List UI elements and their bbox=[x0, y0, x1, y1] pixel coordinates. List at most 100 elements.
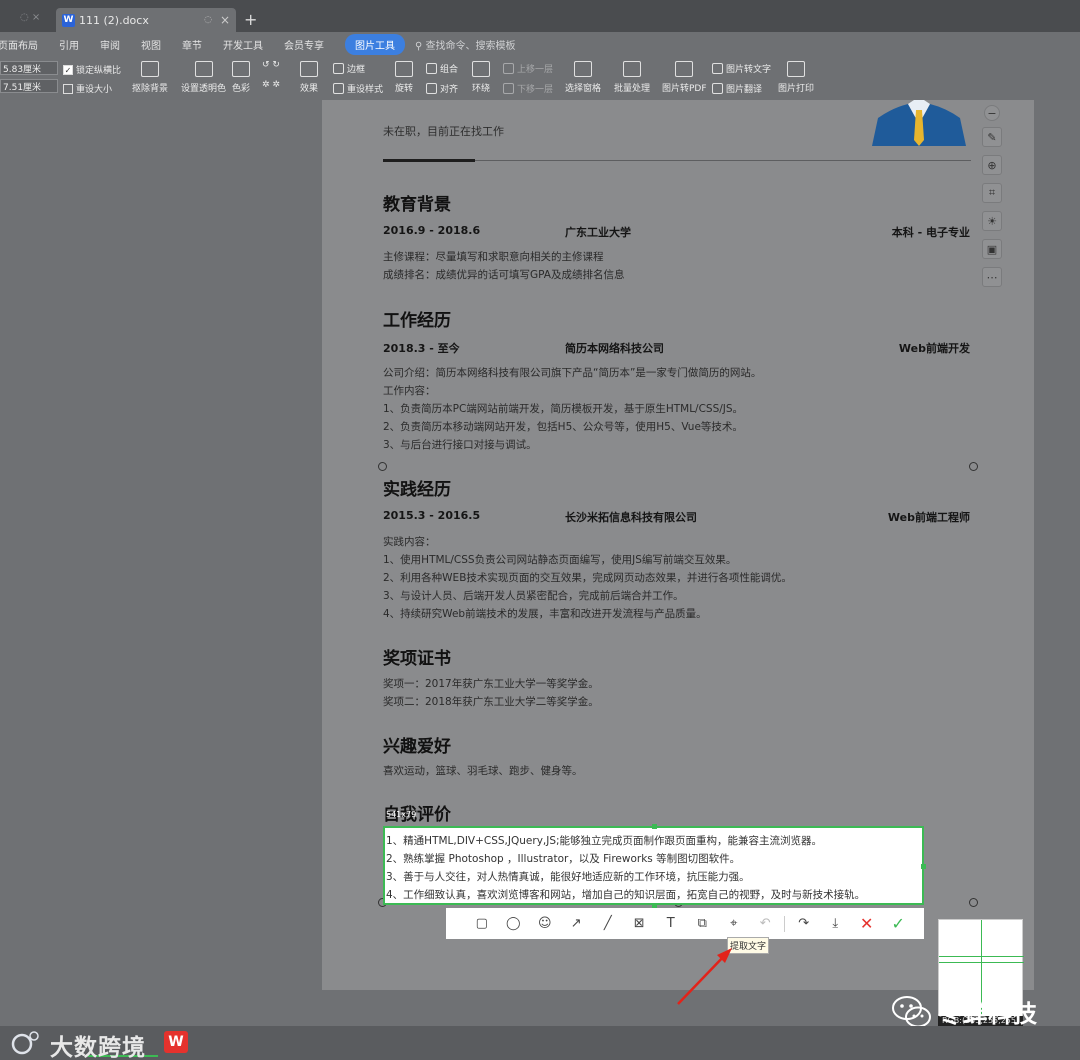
work-company: 简历本网络科技公司 bbox=[565, 342, 664, 355]
practice-line: 实践内容： bbox=[383, 536, 436, 548]
menu-references[interactable]: 引用 bbox=[59, 37, 79, 52]
app-logo-icon[interactable] bbox=[10, 1029, 40, 1057]
selection-pane-button[interactable]: 选择窗格 bbox=[565, 61, 601, 94]
more-icon[interactable]: ⋯ bbox=[982, 267, 1002, 287]
lightbulb-icon[interactable]: ☀ bbox=[982, 211, 1002, 231]
reset-style-label: 重设样式 bbox=[347, 85, 384, 95]
pen-icon[interactable]: ╱ bbox=[592, 908, 624, 939]
award-line: 奖项一：2017年获广东工业大学一等奖学金。 bbox=[383, 678, 599, 690]
self-line: 3、善于与人交往，对人热情真诚，能很好地适应新的工作环境，抗压能力强。 bbox=[386, 871, 750, 883]
group-button[interactable]: 组合 bbox=[426, 62, 458, 75]
education-period: 2016.9 - 2018.6 bbox=[383, 224, 481, 237]
wrap-button[interactable]: 环绕 bbox=[472, 61, 490, 94]
collapse-icon[interactable]: − bbox=[984, 105, 1000, 121]
lock-ratio-checkbox[interactable]: ✓ 锁定纵横比 bbox=[63, 63, 121, 76]
awards-heading: 奖项证书 bbox=[383, 649, 451, 669]
translate-button[interactable]: 图片翻译 bbox=[712, 82, 762, 95]
taskbar: W bbox=[0, 1026, 1080, 1060]
undo-icon[interactable]: ↶ bbox=[750, 908, 782, 939]
menu-developer[interactable]: 开发工具 bbox=[223, 37, 263, 52]
menu-bar: 页面布局 引用 审阅 视图 章节 开发工具 会员专享 图片工具 ⚲ 查找命令、搜… bbox=[0, 32, 1080, 56]
work-details: 公司介绍：简历本网络科技有限公司旗下产品“简历本”是一家专门做简历的网站。 工作… bbox=[383, 364, 761, 454]
practice-details: 实践内容： 1、使用HTML/CSS负责公司网站静态页面编写，使用JS编写前端交… bbox=[383, 533, 792, 623]
to-pdf-button[interactable]: 图片转PDF bbox=[662, 61, 707, 94]
send-backward-label: 下移一层 bbox=[517, 85, 554, 95]
send-backward-button[interactable]: 下移一层 bbox=[503, 82, 553, 95]
edit-icon[interactable]: ✎ bbox=[982, 127, 1002, 147]
mosaic-icon[interactable]: ⊠ bbox=[624, 908, 656, 939]
save-icon[interactable]: ⤓ bbox=[820, 908, 852, 939]
cutout-button[interactable]: 抠除背景 bbox=[132, 61, 168, 94]
width-input[interactable]: 7.51厘米 bbox=[0, 79, 58, 93]
resize-handle[interactable] bbox=[969, 898, 978, 907]
new-tab-icon[interactable]: + bbox=[244, 10, 257, 29]
watermark-text: 冬蝉科技 bbox=[938, 1000, 1038, 1028]
self-line: 1、精通HTML,DIV+CSS,JQuery,JS;能够独立完成页面制作跟页面… bbox=[386, 835, 823, 847]
document-tab[interactable]: W 111 (2).docx ◌ × bbox=[56, 8, 236, 32]
align-button[interactable]: 对齐 bbox=[426, 82, 458, 95]
effects-button[interactable]: 效果 bbox=[300, 61, 318, 94]
pdf-icon bbox=[675, 61, 694, 77]
rotate-label: 旋转 bbox=[395, 84, 414, 94]
menu-page-layout[interactable]: 页面布局 bbox=[0, 37, 38, 52]
ellipse-icon[interactable]: ◯ bbox=[498, 908, 530, 939]
pin-icon[interactable]: ⧉ bbox=[687, 908, 719, 939]
wps-icon[interactable]: W bbox=[164, 1029, 194, 1057]
color-button[interactable]: 色彩 bbox=[232, 61, 250, 94]
emoji-icon[interactable]: ☺ bbox=[529, 908, 561, 939]
profile-photo bbox=[872, 100, 966, 146]
resize-handle[interactable] bbox=[969, 462, 978, 471]
capture-selection[interactable]: 1、精通HTML,DIV+CSS,JQuery,JS;能够独立完成页面制作跟页面… bbox=[383, 826, 924, 905]
transparency-button[interactable]: 设置透明色 bbox=[181, 61, 226, 94]
effects-label: 效果 bbox=[300, 84, 319, 94]
wrap-icon bbox=[472, 61, 490, 77]
print-button[interactable]: 图片打印 bbox=[778, 61, 814, 94]
divider-accent bbox=[383, 159, 475, 162]
height-input[interactable]: 5.83厘米 bbox=[0, 61, 58, 75]
align-icon bbox=[426, 83, 437, 94]
arrow-icon[interactable]: ↗ bbox=[561, 908, 593, 939]
practice-period: 2015.3 - 2016.5 bbox=[383, 509, 481, 522]
image-icon[interactable]: ▣ bbox=[982, 239, 1002, 259]
inactive-tab-label: ◌ × bbox=[20, 12, 41, 23]
capture-handle[interactable] bbox=[921, 864, 926, 869]
menu-view[interactable]: 视图 bbox=[141, 37, 161, 52]
menu-picture-tools[interactable]: 图片工具 bbox=[345, 33, 405, 55]
rectangle-icon[interactable]: ▢ bbox=[466, 908, 498, 939]
reset-style-button[interactable]: 重设样式 bbox=[333, 82, 383, 95]
rotate-button[interactable]: 旋转 bbox=[395, 61, 413, 94]
batch-button[interactable]: 批量处理 bbox=[614, 61, 650, 94]
batch-icon bbox=[623, 61, 641, 77]
cancel-icon[interactable]: ✕ bbox=[851, 908, 883, 939]
crop-icon[interactable]: ⌗ bbox=[982, 183, 1002, 203]
resize-handle[interactable] bbox=[378, 462, 387, 471]
text-icon[interactable]: T bbox=[655, 908, 687, 939]
confirm-icon[interactable]: ✓ bbox=[883, 908, 915, 939]
reset-size-button[interactable]: 重设大小 bbox=[63, 82, 112, 95]
tab-pin-icon[interactable]: ◌ bbox=[204, 15, 212, 25]
practice-line: 1、使用HTML/CSS负责公司网站静态页面编写，使用JS编写前端交互效果。 bbox=[383, 554, 737, 566]
tab-close-icon[interactable]: × bbox=[220, 13, 230, 27]
effects-icon bbox=[300, 61, 318, 77]
magnifier-crosshair bbox=[939, 956, 1024, 957]
education-details: 主修课程：尽量填写和求职意向相关的主修课程 成绩排名：成绩优异的话可填写GPA及… bbox=[383, 248, 624, 284]
brightness-icon[interactable]: ✲ ✲ bbox=[262, 80, 280, 90]
ocr-icon[interactable]: ⌖ bbox=[718, 908, 750, 939]
command-search[interactable]: ⚲ 查找命令、搜索模板 bbox=[415, 37, 516, 52]
to-text-button[interactable]: 图片转文字 bbox=[712, 62, 771, 75]
work-line: 1、负责简历本PC端网站前端开发，简历模板开发，基于原生HTML/CSS/JS。 bbox=[383, 403, 744, 415]
border-button[interactable]: 边框 bbox=[333, 62, 365, 75]
inactive-tab[interactable]: ◌ × bbox=[0, 8, 52, 32]
share-icon[interactable]: ↷ bbox=[788, 908, 820, 939]
rotate-left-icon[interactable]: ↺ ↻ bbox=[262, 60, 280, 70]
zoom-icon[interactable]: ⊕ bbox=[982, 155, 1002, 175]
transparency-icon bbox=[194, 61, 213, 77]
bring-forward-button[interactable]: 上移一层 bbox=[503, 62, 553, 75]
menu-section[interactable]: 章节 bbox=[182, 37, 202, 52]
menu-member[interactable]: 会员专享 bbox=[284, 37, 324, 52]
menu-review[interactable]: 审阅 bbox=[100, 37, 120, 52]
capture-handle[interactable] bbox=[652, 824, 657, 829]
bring-forward-label: 上移一层 bbox=[517, 65, 554, 75]
checkbox-checked-icon: ✓ bbox=[63, 64, 73, 75]
selection-pane-label: 选择窗格 bbox=[565, 84, 602, 94]
